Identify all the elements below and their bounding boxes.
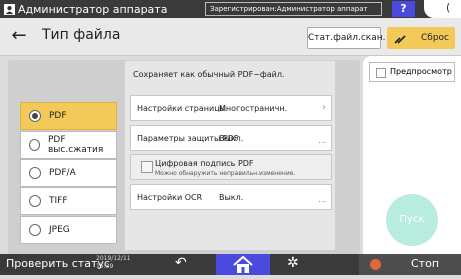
digital-signature-row[interactable]: Цифровая подпись PDF Можно обнаружить не… <box>130 154 332 180</box>
preview-checkbox[interactable]: Предпросмотр <box>369 62 455 82</box>
preview-label: Предпросмотр <box>390 67 452 76</box>
time-text: 15:39 <box>96 263 114 270</box>
start-button[interactable]: Пуск <box>386 194 438 246</box>
check-status-button[interactable]: Проверить статус <box>6 257 110 270</box>
pdf-security-row[interactable]: Параметры защиты PDF Выкл. ... <box>130 125 332 151</box>
ocr-settings-row[interactable]: Настройки OCR Выкл. ... <box>130 184 332 210</box>
stop-button[interactable]: Стоп <box>359 254 461 275</box>
top-status-bar: Администратор аппарата Зарегистрирован:А… <box>0 0 461 18</box>
page-settings-row[interactable]: Настройки страницы Многостраничн. › <box>130 95 332 121</box>
radio-icon <box>29 167 41 179</box>
digital-signature-note: Можно обнаружить неправильн.изменение. <box>155 170 296 177</box>
panel-corner[interactable]: ( <box>424 0 461 18</box>
scan-file-status-button[interactable]: Стат.файл.скан. <box>307 27 385 49</box>
file-type-label: JPEG <box>49 225 70 235</box>
reset-icon <box>394 35 406 44</box>
page-title: Тип файла <box>42 27 121 43</box>
reset-label: Сброс <box>421 33 450 43</box>
file-type-label: PDF <box>49 111 67 121</box>
page-settings-label: Настройки страницы <box>137 104 226 113</box>
radio-icon <box>29 195 41 207</box>
registered-user-field[interactable]: Зарегистрирован:Администратор аппарат <box>205 2 382 16</box>
file-type-pdf-high-compression[interactable]: PDF выс.сжатия <box>20 131 117 159</box>
more-dots-icon: ... <box>318 195 326 204</box>
file-type-tiff[interactable]: TIFF <box>20 187 117 215</box>
ocr-settings-value: Выкл. <box>219 193 244 202</box>
reset-button[interactable]: Сброс <box>387 27 455 49</box>
corner-glyph: ( <box>446 1 451 14</box>
help-button[interactable]: ? <box>392 1 415 17</box>
bottom-bar: Проверить статус 2019/12/11 15:39 ↶ ✲ Ст… <box>0 254 461 275</box>
back-arrow-icon: ← <box>11 25 27 46</box>
file-type-jpeg[interactable]: JPEG <box>20 216 117 244</box>
pdf-security-value: Выкл. <box>219 134 244 143</box>
stop-icon <box>370 259 381 270</box>
home-button[interactable] <box>216 254 270 275</box>
checkbox-icon <box>376 68 386 78</box>
radio-selected-icon <box>29 110 41 122</box>
more-dots-icon: ... <box>318 136 326 145</box>
header: ← Тип файла Стат.файл.скан. Сброс <box>0 18 461 56</box>
date-text: 2019/12/11 <box>96 255 131 262</box>
radio-icon <box>29 139 40 151</box>
file-type-label: TIFF <box>49 196 68 206</box>
datetime: 2019/12/11 15:39 <box>96 255 131 271</box>
gear-icon[interactable]: ✲ <box>287 255 299 271</box>
file-type-pdf[interactable]: PDF <box>20 102 117 130</box>
stop-label: Стоп <box>411 257 440 270</box>
file-type-description: Сохраняет как обычный PDF−файл. <box>133 70 285 79</box>
digital-signature-label: Цифровая подпись PDF <box>155 159 254 168</box>
admin-label: Администратор аппарата <box>18 2 168 16</box>
user-icon <box>4 3 15 15</box>
radio-icon <box>29 224 41 236</box>
file-type-label: PDF выс.сжатия <box>47 135 104 155</box>
ocr-settings-label: Настройки OCR <box>137 193 203 202</box>
file-type-label: PDF/A <box>49 168 76 178</box>
chevron-right-icon: › <box>322 102 326 113</box>
back-button[interactable]: ← <box>6 24 32 50</box>
right-action-panel: Предпросмотр Пуск <box>363 56 461 254</box>
pdf-settings-panel: Сохраняет как обычный PDF−файл. Настройк… <box>125 61 335 250</box>
return-arrow-icon[interactable]: ↶ <box>175 255 187 271</box>
admin-login-button[interactable]: Администратор аппарата <box>4 1 167 17</box>
home-icon <box>233 255 253 273</box>
page-settings-value: Многостраничн. <box>219 104 288 113</box>
checkbox-icon <box>141 161 153 173</box>
file-type-pdfa[interactable]: PDF/A <box>20 159 117 187</box>
